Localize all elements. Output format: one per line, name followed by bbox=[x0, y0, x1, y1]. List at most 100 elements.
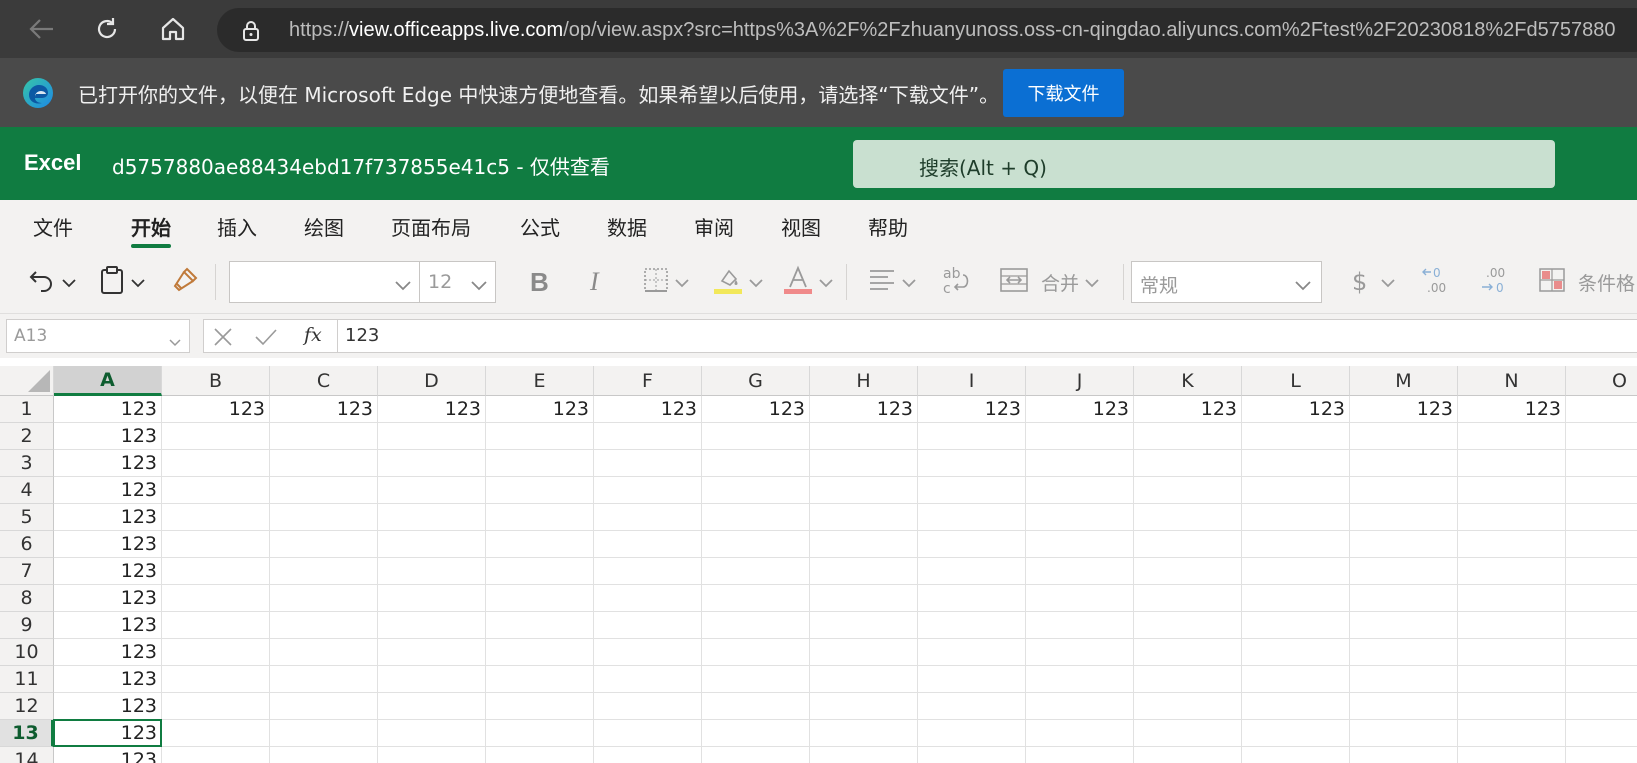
row-header-3[interactable]: 3 bbox=[0, 450, 54, 477]
cell-m11[interactable] bbox=[1350, 666, 1458, 693]
cell-g7[interactable] bbox=[702, 558, 810, 585]
cell-a10[interactable]: 123 bbox=[54, 639, 162, 666]
tab-formulas[interactable]: 公式 bbox=[520, 212, 560, 241]
cell-b11[interactable] bbox=[162, 666, 270, 693]
row-header-10[interactable]: 10 bbox=[0, 639, 54, 666]
cell-l4[interactable] bbox=[1242, 477, 1350, 504]
cell-l8[interactable] bbox=[1242, 585, 1350, 612]
cell-n9[interactable] bbox=[1458, 612, 1566, 639]
cell-j13[interactable] bbox=[1026, 720, 1134, 747]
cell-f11[interactable] bbox=[594, 666, 702, 693]
cell-o5[interactable] bbox=[1566, 504, 1637, 531]
cell-c9[interactable] bbox=[270, 612, 378, 639]
cell-k12[interactable] bbox=[1134, 693, 1242, 720]
cell-c6[interactable] bbox=[270, 531, 378, 558]
cell-f3[interactable] bbox=[594, 450, 702, 477]
column-header-k[interactable]: K bbox=[1134, 366, 1242, 396]
row-header-2[interactable]: 2 bbox=[0, 423, 54, 450]
cell-e1[interactable]: 123 bbox=[486, 396, 594, 423]
cell-f14[interactable] bbox=[594, 747, 702, 763]
cell-f10[interactable] bbox=[594, 639, 702, 666]
cell-f5[interactable] bbox=[594, 504, 702, 531]
cell-k5[interactable] bbox=[1134, 504, 1242, 531]
cell-b14[interactable] bbox=[162, 747, 270, 763]
tab-draw[interactable]: 绘图 bbox=[304, 212, 344, 241]
cell-c14[interactable] bbox=[270, 747, 378, 763]
cell-j9[interactable] bbox=[1026, 612, 1134, 639]
cell-h6[interactable] bbox=[810, 531, 918, 558]
cell-k8[interactable] bbox=[1134, 585, 1242, 612]
cell-b9[interactable] bbox=[162, 612, 270, 639]
row-header-7[interactable]: 7 bbox=[0, 558, 54, 585]
cell-e12[interactable] bbox=[486, 693, 594, 720]
fx-icon[interactable]: fx bbox=[304, 324, 322, 346]
cell-g1[interactable]: 123 bbox=[702, 396, 810, 423]
cell-f7[interactable] bbox=[594, 558, 702, 585]
cell-g13[interactable] bbox=[702, 720, 810, 747]
cell-o12[interactable] bbox=[1566, 693, 1637, 720]
cell-c10[interactable] bbox=[270, 639, 378, 666]
font-name-dropdown[interactable] bbox=[229, 261, 419, 303]
tab-page-layout[interactable]: 页面布局 bbox=[391, 212, 471, 241]
cell-c12[interactable] bbox=[270, 693, 378, 720]
cell-o13[interactable] bbox=[1566, 720, 1637, 747]
cell-k1[interactable]: 123 bbox=[1134, 396, 1242, 423]
cell-a11[interactable]: 123 bbox=[54, 666, 162, 693]
column-header-d[interactable]: D bbox=[378, 366, 486, 396]
align-button[interactable] bbox=[868, 264, 916, 300]
cell-m2[interactable] bbox=[1350, 423, 1458, 450]
cell-m7[interactable] bbox=[1350, 558, 1458, 585]
cell-m1[interactable]: 123 bbox=[1350, 396, 1458, 423]
cell-h7[interactable] bbox=[810, 558, 918, 585]
back-arrow-icon[interactable] bbox=[24, 11, 60, 47]
cell-j6[interactable] bbox=[1026, 531, 1134, 558]
cell-l10[interactable] bbox=[1242, 639, 1350, 666]
cell-g3[interactable] bbox=[702, 450, 810, 477]
cell-i1[interactable]: 123 bbox=[918, 396, 1026, 423]
cell-i14[interactable] bbox=[918, 747, 1026, 763]
cell-d12[interactable] bbox=[378, 693, 486, 720]
cell-h14[interactable] bbox=[810, 747, 918, 763]
cell-n7[interactable] bbox=[1458, 558, 1566, 585]
number-format-dropdown[interactable]: 常规 bbox=[1131, 261, 1322, 303]
cell-l14[interactable] bbox=[1242, 747, 1350, 763]
cell-b13[interactable] bbox=[162, 720, 270, 747]
cell-k14[interactable] bbox=[1134, 747, 1242, 763]
cell-i4[interactable] bbox=[918, 477, 1026, 504]
cell-d4[interactable] bbox=[378, 477, 486, 504]
cell-f13[interactable] bbox=[594, 720, 702, 747]
cell-b4[interactable] bbox=[162, 477, 270, 504]
cell-g6[interactable] bbox=[702, 531, 810, 558]
cell-d11[interactable] bbox=[378, 666, 486, 693]
cell-b7[interactable] bbox=[162, 558, 270, 585]
cell-l12[interactable] bbox=[1242, 693, 1350, 720]
cell-k9[interactable] bbox=[1134, 612, 1242, 639]
font-size-dropdown[interactable]: 12 bbox=[419, 261, 496, 303]
cell-g9[interactable] bbox=[702, 612, 810, 639]
cell-h10[interactable] bbox=[810, 639, 918, 666]
row-header-12[interactable]: 12 bbox=[0, 693, 54, 720]
cell-o9[interactable] bbox=[1566, 612, 1637, 639]
cell-d13[interactable] bbox=[378, 720, 486, 747]
row-header-6[interactable]: 6 bbox=[0, 531, 54, 558]
formula-value[interactable]: 123 bbox=[345, 325, 379, 346]
select-all-corner[interactable] bbox=[0, 366, 54, 396]
tab-help[interactable]: 帮助 bbox=[868, 212, 908, 241]
cell-a6[interactable]: 123 bbox=[54, 531, 162, 558]
address-bar[interactable]: https://view.officeapps.live.com/op/view… bbox=[217, 8, 1637, 52]
cell-n13[interactable] bbox=[1458, 720, 1566, 747]
cell-h2[interactable] bbox=[810, 423, 918, 450]
cell-c8[interactable] bbox=[270, 585, 378, 612]
cell-i5[interactable] bbox=[918, 504, 1026, 531]
tab-review[interactable]: 审阅 bbox=[694, 212, 734, 241]
column-header-l[interactable]: L bbox=[1242, 366, 1350, 396]
cell-a1[interactable]: 123 bbox=[54, 396, 162, 423]
cell-d7[interactable] bbox=[378, 558, 486, 585]
column-header-m[interactable]: M bbox=[1350, 366, 1458, 396]
cell-i3[interactable] bbox=[918, 450, 1026, 477]
cell-a9[interactable]: 123 bbox=[54, 612, 162, 639]
cell-j7[interactable] bbox=[1026, 558, 1134, 585]
cell-c1[interactable]: 123 bbox=[270, 396, 378, 423]
cell-h11[interactable] bbox=[810, 666, 918, 693]
checkmark-icon[interactable] bbox=[254, 327, 278, 351]
